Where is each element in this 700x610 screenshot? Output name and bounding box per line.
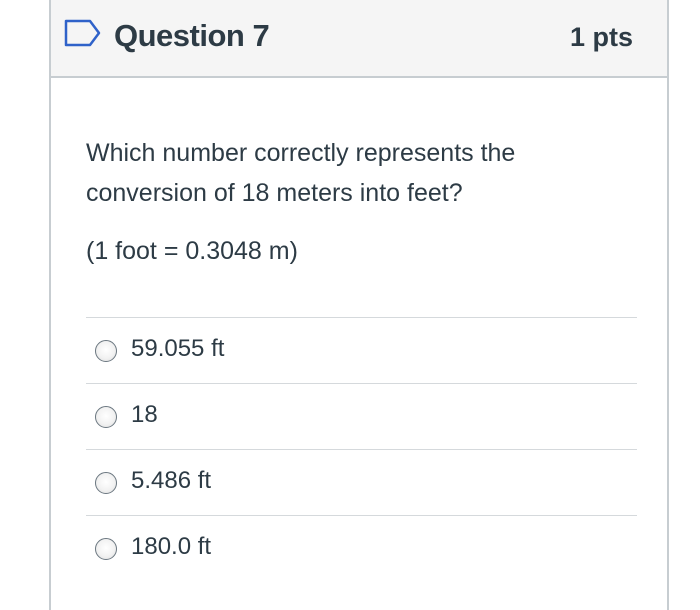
answer-option[interactable]: 5.486 ft (86, 449, 637, 515)
question-title: Question 7 (114, 18, 270, 53)
question-card: Question 7 1 pts Which number correctly … (49, 0, 669, 610)
conversion-note: (1 foot = 0.3048 m) (86, 237, 298, 265)
radio-button-icon[interactable] (95, 340, 117, 362)
answer-label[interactable]: 180.0 ft (131, 533, 211, 561)
radio-button-icon[interactable] (95, 472, 117, 494)
radio-button-icon[interactable] (95, 406, 117, 428)
question-text-line: Which number correctly represents the (86, 139, 516, 167)
question-header: Question 7 1 pts (51, 0, 667, 78)
answer-label[interactable]: 59.055 ft (131, 335, 224, 363)
question-points: 1 pts (569, 22, 633, 52)
answer-option[interactable]: 59.055 ft (86, 317, 637, 383)
question-text-line: conversion of 18 meters into feet? (86, 179, 463, 207)
answer-option[interactable]: 18 (86, 383, 637, 449)
radio-button-icon[interactable] (95, 538, 117, 560)
flag-question-icon[interactable] (64, 19, 102, 47)
answer-list: 59.055 ft 18 5.486 ft 180.0 ft (86, 317, 637, 581)
question-text: Which number correctly represents the co… (86, 133, 646, 213)
answer-option[interactable]: 180.0 ft (86, 515, 637, 581)
answer-label[interactable]: 18 (131, 401, 158, 429)
answer-label[interactable]: 5.486 ft (131, 467, 211, 495)
